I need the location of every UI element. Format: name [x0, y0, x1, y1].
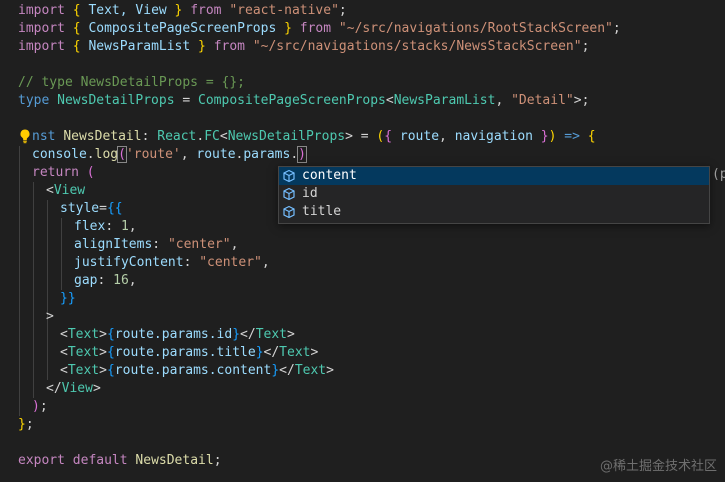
indent-guide	[19, 146, 20, 416]
code-line-17: }}	[60, 291, 76, 306]
suggest-detail-hint: (p	[712, 167, 725, 182]
suggest-label: id	[302, 186, 318, 201]
code-line-13: flex: 1,	[74, 219, 137, 234]
code-line-19: <Text>{route.params.id}</Text>	[60, 327, 295, 342]
code-line-21: <Text>{route.params.content}</Text>	[60, 363, 334, 378]
code-line-8: nst NewsDetail: React.FC<NewsDetailProps…	[32, 129, 596, 144]
lightbulb-icon[interactable]	[18, 128, 32, 144]
code-line-11: <View	[46, 183, 86, 198]
suggest-label: title	[302, 204, 342, 219]
code-line-22: </View>	[46, 381, 101, 396]
suggest-item-title[interactable]: title	[279, 203, 709, 221]
code-line-1: import { Text, View } from "react-native…	[18, 3, 347, 18]
suggest-item-content[interactable]: content	[279, 167, 709, 185]
watermark: @稀土掘金技术社区	[599, 459, 717, 474]
code-editor[interactable]: import { Text, View } from "react-native…	[0, 0, 725, 482]
code-line-24: };	[18, 417, 34, 432]
indent-guide	[47, 200, 48, 380]
code-line-5: // type NewsDetailProps = {};	[18, 75, 245, 90]
code-line-16: gap: 16,	[74, 273, 137, 288]
suggest-item-id[interactable]: id	[279, 185, 709, 203]
property-cube-icon	[283, 187, 295, 201]
property-cube-icon	[283, 169, 295, 183]
property-cube-icon	[283, 205, 295, 219]
code-line-3: import { NewsParamList } from "~/src/nav…	[18, 39, 590, 54]
code-line-20: <Text>{route.params.title}</Text>	[60, 345, 319, 360]
suggest-label: content	[302, 168, 357, 183]
autocomplete-suggest-widget[interactable]: content id title	[278, 166, 710, 224]
code-line-9: console.log('route', route.params.)	[32, 146, 307, 163]
indent-guide	[61, 218, 62, 290]
code-line-15: justifyContent: "center",	[74, 255, 270, 270]
code-line-18: >	[46, 309, 54, 324]
indent-guide	[33, 182, 34, 398]
code-line-23: );	[32, 399, 48, 414]
code-line-26: export default NewsDetail;	[18, 453, 222, 468]
code-line-2: import { CompositePageScreenProps } from…	[18, 21, 621, 36]
code-line-12: style={{	[60, 201, 123, 216]
code-line-10: return (	[32, 165, 95, 180]
code-line-6: type NewsDetailProps = CompositePageScre…	[18, 93, 590, 108]
code-line-14: alignItems: "center",	[74, 237, 239, 252]
